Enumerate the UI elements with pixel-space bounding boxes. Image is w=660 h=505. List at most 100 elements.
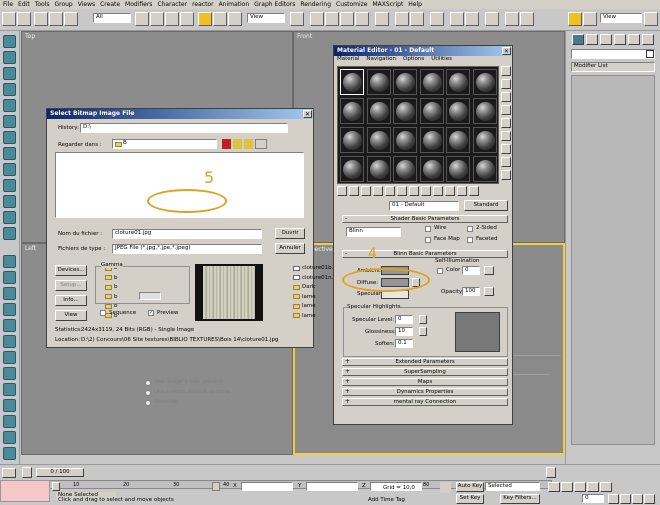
zoom-all-icon[interactable] [620,494,631,504]
material-menu-utilities[interactable]: Utilities [431,56,452,65]
history-dropdown[interactable]: D:\ [80,123,288,133]
lights-icon[interactable] [3,163,16,176]
sphere-icon[interactable] [3,271,16,284]
show-end-result-icon[interactable] [445,186,455,196]
next-frame-icon[interactable] [587,482,599,492]
hierarchy-tab-icon[interactable] [3,67,16,80]
file-item[interactable]: Dark [293,284,315,290]
face-map-checkbox[interactable] [425,237,431,243]
menu-item-group[interactable]: Group [54,1,72,8]
mirror-icon[interactable] [395,12,409,26]
sample-slot[interactable] [446,156,470,182]
filename-field[interactable]: cloture01.jpg [112,229,262,239]
gamma-radio[interactable] [145,400,151,406]
preview-checkbox[interactable]: ✓ [148,310,154,316]
sample-slot[interactable] [340,98,364,124]
undo-icon[interactable] [2,12,16,26]
time-prev-icon[interactable] [22,467,32,478]
move-icon[interactable] [198,12,212,26]
modifier-list-dropdown[interactable]: Modifier List [571,62,655,72]
current-frame-field[interactable]: 0 [582,494,604,503]
blinn-rollout-header[interactable]: - Blinn Basic Parameters [342,250,508,258]
put-to-scene-icon[interactable] [349,186,359,196]
redo-icon[interactable] [17,12,31,26]
assign-to-selection-icon[interactable] [361,186,371,196]
gamma-radio[interactable] [145,390,151,396]
key-filters-button[interactable]: Key Filters... [500,494,540,504]
cylinder-icon[interactable] [3,287,16,300]
align-icon[interactable] [410,12,424,26]
menu-item-reactor[interactable]: reactor [192,1,214,8]
make-preview-icon[interactable] [501,131,511,141]
select-by-name-icon[interactable] [150,12,164,26]
shader-type-dropdown[interactable]: Blinn [346,227,401,237]
x-coord-field[interactable] [241,482,293,491]
named-selection-icon[interactable] [375,12,389,26]
material-menu-options[interactable]: Options [403,56,424,65]
time-next-icon[interactable] [546,467,556,478]
sample-slots[interactable] [337,66,499,184]
render-type-dropdown[interactable]: View [600,13,642,23]
sample-slot[interactable] [340,127,364,153]
glossiness-map-button[interactable] [419,327,427,336]
systems-icon[interactable] [3,227,16,240]
link-icon[interactable] [34,12,48,26]
modifier-stack[interactable] [571,75,655,445]
make-copy-icon[interactable] [385,186,395,196]
rollout-dynamics-properties[interactable]: + Dynamics Properties [342,388,508,396]
helpers-icon[interactable] [3,195,16,208]
goto-end-icon[interactable] [600,482,612,492]
lock-selection-icon[interactable] [212,482,220,491]
specular-level-value[interactable]: 0 [395,315,413,324]
devices-button[interactable]: Devices... [55,265,87,276]
sample-slot[interactable] [446,127,470,153]
y-coord-field[interactable] [306,482,358,491]
material-navigator-icon[interactable] [501,170,511,180]
pivot-icon[interactable] [290,12,304,26]
sample-slot[interactable] [393,156,417,182]
auto-key-selection-dropdown[interactable]: Selected [485,482,540,491]
percent-snap-icon[interactable] [340,12,354,26]
geosphere-icon[interactable] [3,351,16,364]
create-tab-icon[interactable] [3,35,16,48]
window-crossing-icon[interactable] [180,12,194,26]
object-color-swatch[interactable] [646,50,654,58]
close-icon[interactable]: ✕ [502,47,511,55]
sample-slot[interactable] [366,127,391,153]
motion-panel-icon[interactable] [614,34,626,45]
arc-rotate-icon[interactable] [644,494,655,504]
file-item[interactable]: lame [293,313,316,319]
active-shade-icon[interactable] [568,12,582,26]
selection-icon[interactable] [52,482,60,491]
rotate-icon[interactable] [213,12,227,26]
sample-slot[interactable] [472,69,497,95]
sample-slot[interactable] [419,69,444,95]
go-to-parent-icon[interactable] [457,186,467,196]
box-icon[interactable] [3,255,16,268]
light-icon[interactable] [3,431,16,444]
render-last-icon[interactable] [583,12,597,26]
modify-panel-icon[interactable] [586,34,598,45]
add-time-tag[interactable]: Add Time Tag [368,497,405,503]
reference-coord-dropdown[interactable]: View [247,13,285,23]
menu-item-character[interactable]: Character [157,1,187,8]
wire-checkbox[interactable] [425,226,431,232]
layer-manager-icon[interactable] [430,12,444,26]
sample-slot[interactable] [366,98,391,124]
material-name-field[interactable]: 01 - Default [389,201,459,211]
sample-slot[interactable] [419,98,444,124]
spacewarps-icon[interactable] [3,211,16,224]
self-illum-map-button[interactable] [484,266,494,275]
menu-item-help[interactable]: Help [408,1,422,8]
view-button[interactable]: View [55,310,87,321]
sample-slot[interactable] [366,156,391,182]
glossiness-value[interactable]: 10 [395,327,413,336]
rollout-extended-parameters[interactable]: + Extended Parameters [342,358,508,366]
sample-slot[interactable] [393,69,417,95]
menu-item-maxscript[interactable]: MAXScript [373,1,404,8]
menu-item-rendering[interactable]: Rendering [300,1,331,8]
bind-icon[interactable] [64,12,78,26]
hierarchy-panel-icon[interactable] [600,34,612,45]
snap-icon[interactable] [310,12,324,26]
play-icon[interactable] [574,482,586,492]
